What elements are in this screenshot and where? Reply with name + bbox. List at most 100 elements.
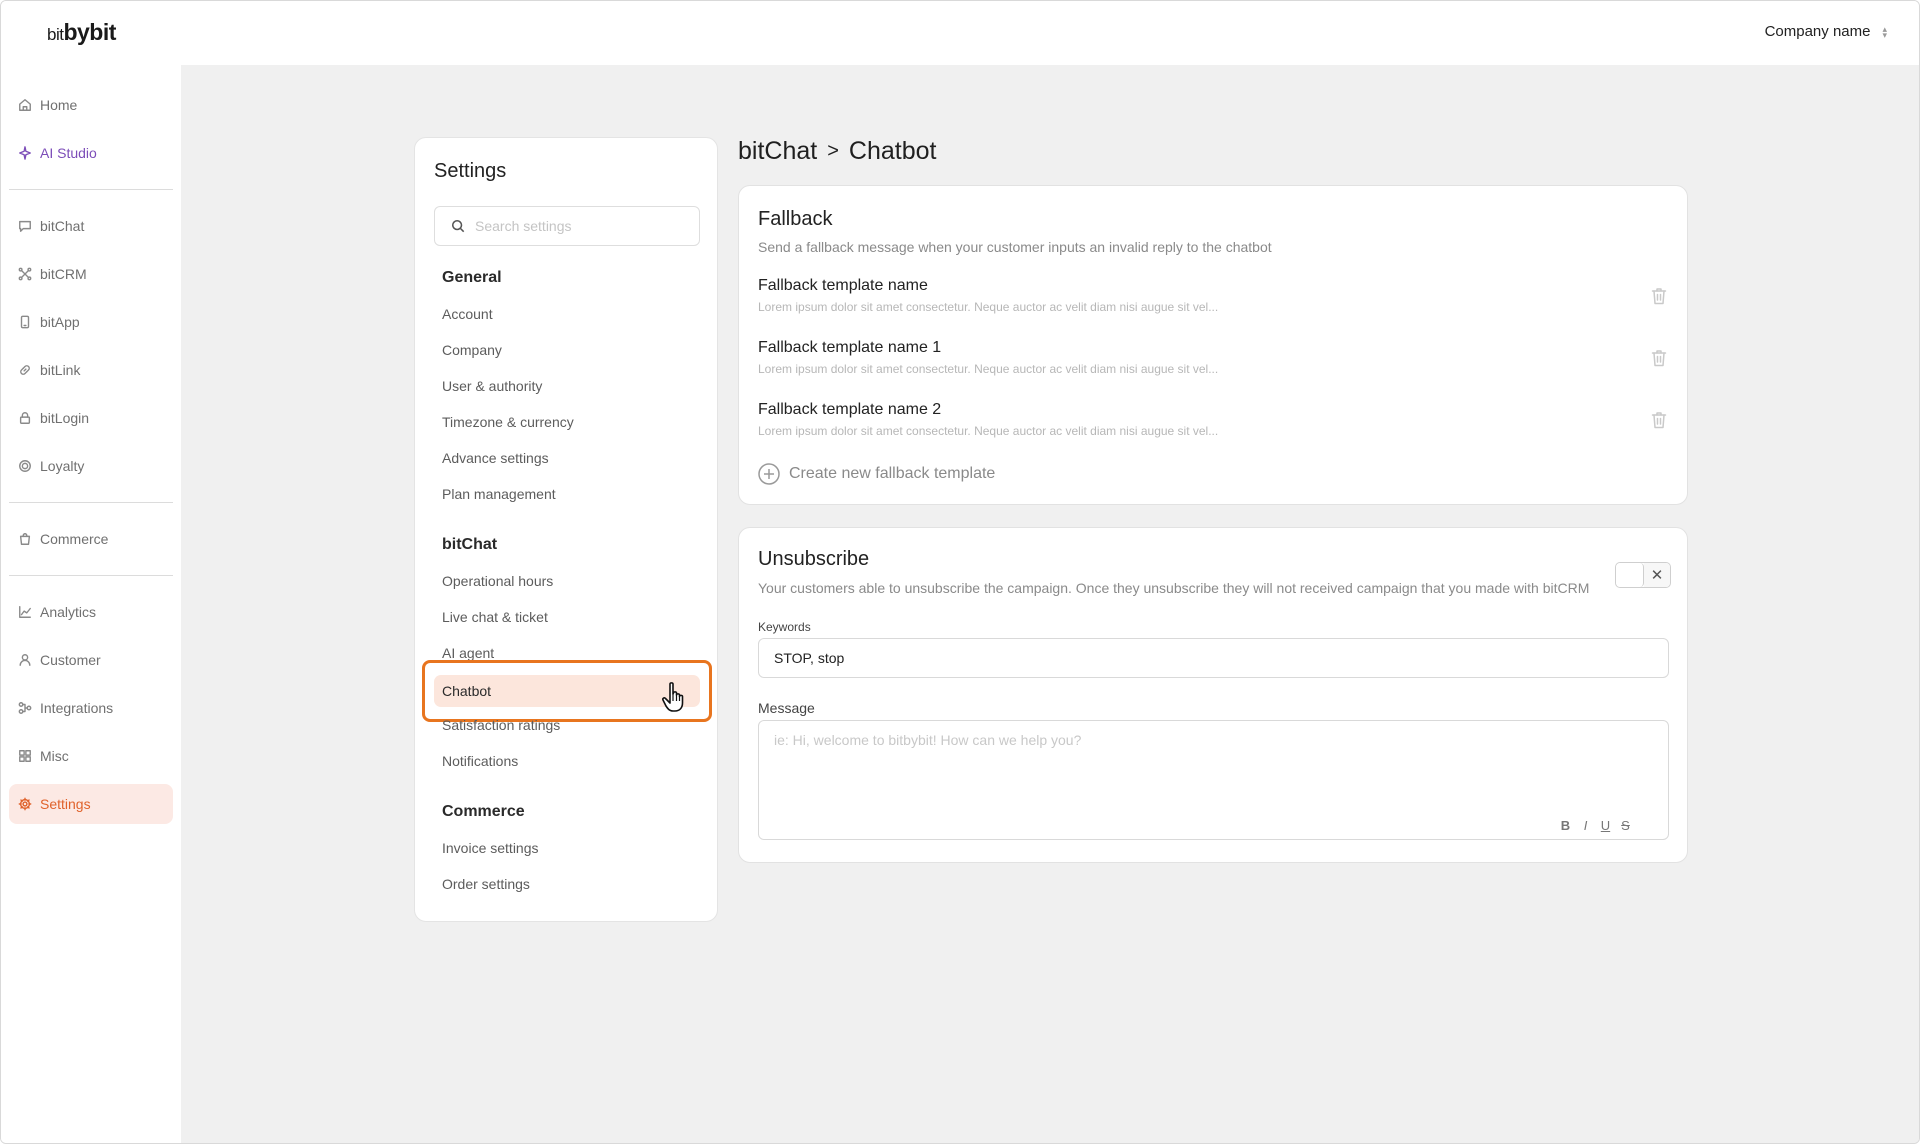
message-label: Message (758, 700, 815, 716)
settings-item-plan-management[interactable]: Plan management (442, 486, 556, 502)
sidebar-item-ai-studio[interactable]: AI Studio (9, 133, 173, 173)
search-settings[interactable] (434, 206, 700, 246)
settings-item-live-chat-ticket[interactable]: Live chat & ticket (442, 609, 548, 625)
settings-item-satisfaction-ratings[interactable]: Satisfaction ratings (442, 717, 560, 733)
delete-template-button[interactable] (1651, 411, 1667, 429)
unsubscribe-toggle[interactable]: ✕ (1615, 562, 1671, 588)
search-input[interactable] (475, 218, 675, 234)
settings-item-operational-hours[interactable]: Operational hours (442, 573, 553, 589)
sidebar-item-label: bitLink (40, 362, 81, 378)
fallback-card: Fallback Send a fallback message when yo… (738, 185, 1688, 505)
section-heading-commerce: Commerce (442, 803, 525, 820)
unsubscribe-description: Your customers able to unsubscribe the c… (758, 580, 1590, 596)
sidebar-item-label: Integrations (40, 700, 114, 716)
delete-template-button[interactable] (1651, 349, 1667, 367)
settings-item-order-settings[interactable]: Order settings (442, 876, 530, 892)
logo-prefix: bit (47, 25, 64, 44)
user-icon (19, 654, 31, 666)
sidebar-item-integrations[interactable]: Integrations (9, 688, 173, 728)
sidebar-item-label: bitLogin (40, 410, 90, 426)
sidebar-item-label: Commerce (40, 531, 109, 547)
fallback-template-name[interactable]: Fallback template name (758, 277, 928, 295)
trash-icon (1651, 412, 1667, 429)
italic-button[interactable]: I (1580, 818, 1591, 833)
company-name: Company name (1764, 23, 1871, 40)
section-heading-bitchat: bitChat (442, 536, 498, 553)
chart-icon (19, 606, 31, 618)
keywords-input[interactable] (758, 638, 1669, 678)
fallback-template-name[interactable]: Fallback template name 1 (758, 339, 941, 357)
settings-item-ai-agent[interactable]: AI agent (442, 645, 494, 661)
sidebar-item-label: Misc (40, 748, 69, 764)
badge-icon (19, 460, 31, 472)
settings-item-invoice-settings[interactable]: Invoice settings (442, 840, 539, 856)
hand-cursor-icon (662, 682, 684, 712)
toggle-knob (1616, 563, 1644, 587)
sidebar-item-bitchat[interactable]: bitChat (9, 206, 173, 246)
sidebar-item-label: Settings (40, 796, 91, 812)
breadcrumb-separator: > (827, 140, 839, 162)
sidebar-item-commerce[interactable]: Commerce (9, 519, 173, 559)
toggle-off-icon: ✕ (1644, 563, 1670, 587)
settings-item-company[interactable]: Company (442, 342, 502, 358)
plus-circle-icon (758, 463, 780, 485)
sidebar-item-label: Analytics (40, 604, 97, 620)
sidebar-item-misc[interactable]: Misc (9, 736, 173, 776)
sidebar-item-label: Loyalty (40, 458, 85, 474)
create-fallback-label: Create new fallback template (789, 465, 996, 482)
sidebar-item-analytics[interactable]: Analytics (9, 592, 173, 632)
fallback-template-preview: Lorem ipsum dolor sit amet consectetur. … (758, 424, 1219, 438)
strikethrough-button[interactable]: S (1620, 818, 1631, 833)
gear-icon (18, 797, 32, 811)
grid-icon (19, 750, 31, 762)
settings-title: Settings (434, 160, 507, 182)
sidebar-item-bitapp[interactable]: bitApp (9, 302, 173, 342)
fallback-template-preview: Lorem ipsum dolor sit amet consectetur. … (758, 300, 1219, 314)
trash-icon (1651, 288, 1667, 305)
keywords-label: Keywords (758, 620, 811, 634)
settings-item-account[interactable]: Account (442, 306, 493, 322)
sidebar-item-label: Customer (40, 652, 101, 668)
sidebar-item-label: Home (40, 97, 78, 113)
sidebar-divider (9, 502, 173, 503)
settings-item-notifications[interactable]: Notifications (442, 753, 518, 769)
bitbybit-logo[interactable]: bitbybit (47, 19, 116, 47)
sparkle-icon (19, 146, 31, 160)
trash-icon (1651, 350, 1667, 367)
sidebar-item-customer[interactable]: Customer (9, 640, 173, 680)
sidebar-item-loyalty[interactable]: Loyalty (9, 446, 173, 486)
search-icon (451, 219, 465, 233)
breadcrumb-parent[interactable]: bitChat (738, 137, 817, 166)
integration-icon (18, 702, 32, 714)
sidebar-item-label: bitChat (40, 218, 85, 234)
settings-item-advance-settings[interactable]: Advance settings (442, 450, 549, 466)
bold-button[interactable]: B (1560, 818, 1571, 833)
settings-item-timezone-currency[interactable]: Timezone & currency (442, 414, 574, 430)
settings-item-user-authority[interactable]: User & authority (442, 378, 542, 394)
fallback-template-preview: Lorem ipsum dolor sit amet consectetur. … (758, 362, 1219, 376)
home-icon (19, 99, 31, 111)
fallback-template-name[interactable]: Fallback template name 2 (758, 401, 941, 419)
lock-icon (19, 412, 31, 424)
sidebar-item-bitlink[interactable]: bitLink (9, 350, 173, 390)
sidebar-item-label: bitApp (40, 314, 80, 330)
sidebar-item-home[interactable]: Home (9, 85, 173, 125)
underline-button[interactable]: U (1600, 818, 1611, 833)
message-textarea[interactable] (758, 720, 1669, 840)
create-fallback-template-button[interactable]: Create new fallback template (758, 463, 995, 485)
top-bar: bitbybit Company name ▴ ▾ (1, 1, 1919, 65)
sidebar-item-bitlogin[interactable]: bitLogin (9, 398, 173, 438)
phone-icon (20, 315, 30, 329)
main-content: Settings General Account Company User & … (181, 65, 1919, 1143)
company-selector[interactable]: Company name ▴ ▾ (1765, 23, 1887, 40)
breadcrumb: bitChat > Chatbot (738, 137, 936, 166)
breadcrumb-current: Chatbot (848, 137, 937, 165)
logo-main: bybit (63, 19, 116, 45)
delete-template-button[interactable] (1651, 287, 1667, 305)
settings-panel: Settings General Account Company User & … (414, 137, 718, 922)
sidebar-item-label: AI Studio (40, 145, 97, 161)
sidebar-item-bitcrm[interactable]: bitCRM (9, 254, 173, 294)
bag-icon (19, 533, 31, 545)
unsubscribe-title: Unsubscribe (758, 548, 870, 570)
sidebar-item-settings[interactable]: Settings (9, 784, 173, 824)
